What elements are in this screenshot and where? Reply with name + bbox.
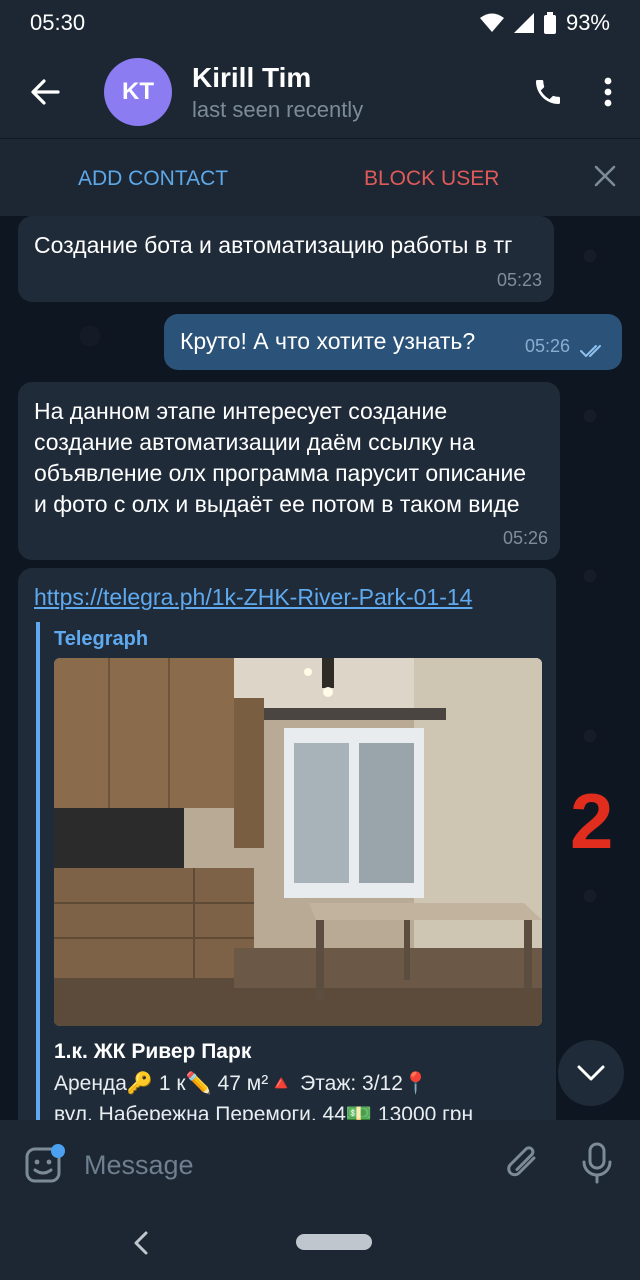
close-icon[interactable] xyxy=(592,163,618,189)
avatar[interactable]: KT xyxy=(104,58,172,126)
chat-header: KT Kirill Tim last seen recently xyxy=(0,46,640,138)
wifi-icon xyxy=(479,13,504,32)
message-time: 05:23 xyxy=(496,270,542,290)
contact-action-bar: ADD CONTACT BLOCK USER xyxy=(0,138,640,217)
system-nav-bar xyxy=(0,1208,640,1280)
battery-level: 93% xyxy=(565,10,610,35)
preview-site-name: Telegraph xyxy=(54,628,149,650)
chat-title: Kirill Tim xyxy=(192,62,312,93)
add-contact-button[interactable]: ADD CONTACT xyxy=(78,167,228,191)
message-text: Создание бота и автоматизацию работы в т… xyxy=(34,232,513,258)
message-incoming[interactable]: На данном этапе интересует создание созд… xyxy=(18,382,560,560)
status-icons: 93% xyxy=(479,10,610,36)
message-text: Круто! А что хотите узнать? xyxy=(180,328,476,354)
link-preview[interactable]: Telegraph 1.к. ЖК Ривер Парк Аренда🔑 1 к… xyxy=(36,622,542,1120)
message-list[interactable]: Создание бота и автоматизацию работы в т… xyxy=(0,216,640,1120)
message-incoming[interactable]: Создание бота и автоматизацию работы в т… xyxy=(18,216,554,302)
signal-icon xyxy=(513,13,534,33)
message-time: 05:26 xyxy=(502,528,548,548)
scroll-down-button[interactable] xyxy=(558,1040,624,1106)
block-user-button[interactable]: BLOCK USER xyxy=(364,167,499,191)
preview-image[interactable] xyxy=(54,658,542,1026)
microphone-icon[interactable] xyxy=(580,1142,614,1184)
preview-title: 1.к. ЖК Ривер Парк xyxy=(54,1040,252,1063)
chevron-down-icon xyxy=(577,1065,605,1081)
back-button[interactable] xyxy=(0,46,90,138)
preview-description: Аренда🔑 1 к✏️ 47 м²🔺 Этаж: 3/12📍 вул. На… xyxy=(54,1068,534,1120)
more-vertical-icon[interactable] xyxy=(604,77,612,107)
battery-icon xyxy=(543,12,556,34)
preview-description-line1: Аренда🔑 1 к✏️ 47 м²🔺 Этаж: 3/12📍 xyxy=(54,1072,430,1095)
nav-back-icon[interactable] xyxy=(128,1228,152,1258)
chat-title-area[interactable]: Kirill Tim last seen recently xyxy=(192,61,532,123)
message-incoming-link[interactable]: https://telegra.ph/1k-ZHK-River-Park-01-… xyxy=(18,568,556,1120)
phone-icon[interactable] xyxy=(532,76,564,108)
attach-icon[interactable] xyxy=(504,1144,544,1184)
status-bar: 05:30 93% xyxy=(0,0,640,46)
status-time: 05:30 xyxy=(30,10,86,35)
chat-subtitle: last seen recently xyxy=(192,97,364,122)
message-input-bar xyxy=(0,1120,640,1208)
message-text: На данном этапе интересует создание созд… xyxy=(34,398,527,517)
nav-home-pill[interactable] xyxy=(296,1234,372,1250)
message-outgoing[interactable]: Круто! А что хотите узнать? 05:26 xyxy=(164,314,622,370)
avatar-initials: KT xyxy=(122,78,154,105)
annotation-number: 2 xyxy=(570,777,614,865)
double-check-icon xyxy=(580,345,601,358)
message-input[interactable] xyxy=(82,1146,466,1184)
back-arrow-icon xyxy=(31,79,60,105)
sticker-emoji-icon[interactable] xyxy=(24,1144,66,1186)
message-link[interactable]: https://telegra.ph/1k-ZHK-River-Park-01-… xyxy=(34,584,472,610)
preview-description-line2: вул. Набережна Перемоги, 44💵 13000 грн xyxy=(54,1103,474,1120)
message-time: 05:26 xyxy=(524,336,570,356)
